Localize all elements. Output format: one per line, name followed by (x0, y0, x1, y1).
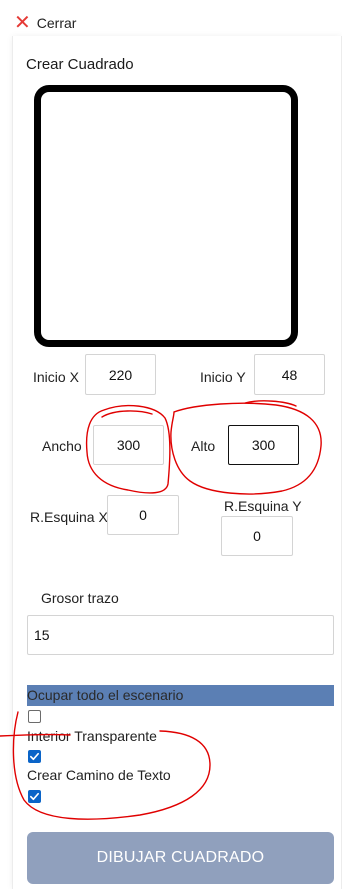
ocupar-label: Ocupar todo el escenario (27, 687, 184, 703)
resquina-x-label: R.Esquina X (30, 509, 108, 525)
check-icon (30, 792, 39, 801)
close-icon[interactable]: ✕ (14, 13, 31, 33)
camino-label: Crear Camino de Texto (27, 767, 171, 783)
inicio-y-input[interactable] (254, 354, 325, 395)
resquina-x-input[interactable] (107, 495, 179, 535)
grosor-input[interactable] (27, 615, 334, 655)
grosor-label: Grosor trazo (41, 590, 119, 606)
inicio-x-input[interactable] (85, 354, 156, 395)
dialog-title: Crear Cuadrado (26, 56, 134, 73)
resquina-y-label: R.Esquina Y (224, 498, 302, 514)
interior-label: Interior Transparente (27, 728, 157, 744)
ocupar-checkbox[interactable] (28, 710, 41, 723)
inicio-x-label: Inicio X (33, 369, 79, 385)
resquina-y-input[interactable] (221, 516, 293, 556)
ancho-label: Ancho (42, 438, 82, 454)
camino-checkbox[interactable] (28, 790, 41, 803)
dibujar-cuadrado-button[interactable]: DIBUJAR CUADRADO (27, 832, 334, 884)
inicio-y-label: Inicio Y (200, 369, 246, 385)
close-label: Cerrar (36, 15, 77, 31)
alto-label: Alto (191, 438, 216, 454)
square-preview (34, 85, 298, 347)
ancho-input[interactable] (93, 425, 164, 465)
alto-input[interactable] (228, 425, 299, 465)
close-button[interactable]: ✕ Cerrar (14, 13, 76, 33)
interior-checkbox[interactable] (28, 750, 41, 763)
check-icon (30, 752, 39, 761)
ocupar-option-bar: Ocupar todo el escenario (27, 685, 334, 706)
